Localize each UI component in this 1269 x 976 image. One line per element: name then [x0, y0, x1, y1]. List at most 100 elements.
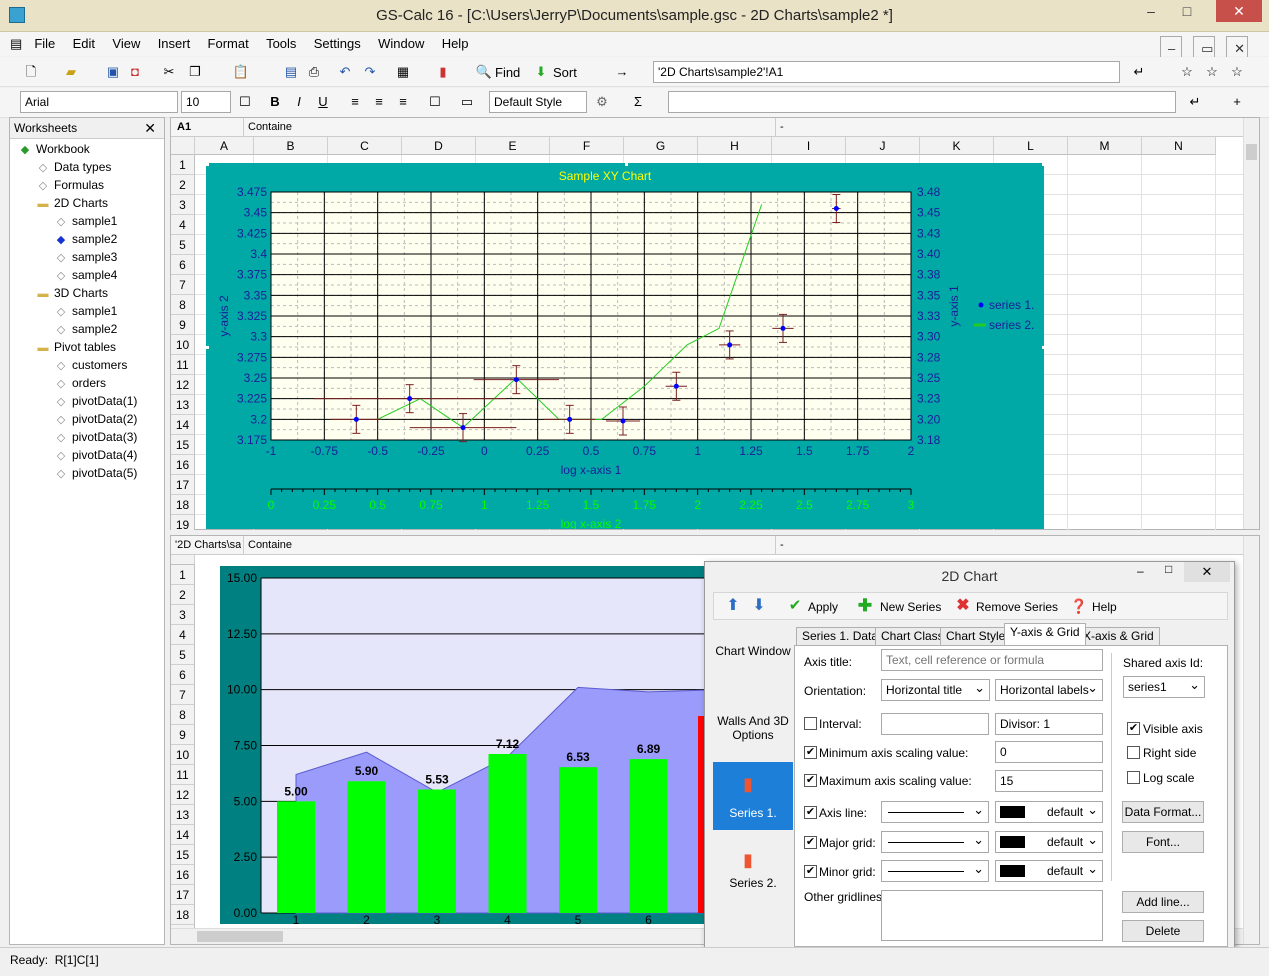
row-header-4[interactable]: 4 — [171, 215, 195, 235]
goto-arrow-icon[interactable]: → — [613, 63, 631, 81]
doc-icon[interactable]: ▤ — [8, 32, 24, 56]
row-header-11[interactable]: 11 — [171, 765, 195, 785]
cut-icon[interactable]: ✂ — [160, 63, 178, 81]
close-panel-icon[interactable]: ✕ — [144, 120, 156, 137]
tree-item-sample1[interactable]: ◇ sample1 — [54, 214, 118, 228]
row-header-9[interactable]: 9 — [171, 725, 195, 745]
minor-grid-style-select[interactable] — [881, 860, 989, 882]
delete-button[interactable]: Delete — [1122, 920, 1204, 942]
column-header-d[interactable]: D — [402, 137, 476, 155]
orientation-title-select[interactable]: Horizontal title — [881, 679, 990, 701]
column-header-l[interactable]: L — [994, 137, 1068, 155]
enter-icon[interactable]: ↵ — [1130, 63, 1148, 81]
align-right-icon[interactable]: ≡ — [394, 93, 412, 111]
enter-formula-icon[interactable]: ↵ — [1186, 93, 1204, 111]
dialog-maximize-button[interactable]: □ — [1165, 562, 1172, 576]
select-all-corner[interactable] — [171, 555, 195, 565]
row-header-7[interactable]: 7 — [171, 685, 195, 705]
row-header-19[interactable]: 19 — [171, 515, 195, 530]
maximize-button[interactable]: □ — [1174, 0, 1200, 22]
row-header-1[interactable]: 1 — [171, 565, 195, 585]
mdi-controls[interactable]: – ▭ ✕ — [1160, 36, 1260, 62]
orientation-labels-select[interactable]: Horizontal labels — [995, 679, 1103, 701]
menu-settings[interactable]: Settings — [307, 32, 368, 55]
column-header-a[interactable]: A — [195, 137, 254, 155]
row-header-18[interactable]: 18 — [171, 495, 195, 515]
row-header-7[interactable]: 7 — [171, 275, 195, 295]
menu-file[interactable]: File — [27, 32, 62, 55]
divisor-spinner[interactable]: Divisor: 1 — [995, 713, 1103, 735]
tab-y-axis-grid[interactable]: Y-axis & Grid — [1004, 623, 1086, 645]
row-header-5[interactable]: 5 — [171, 645, 195, 665]
interval-input[interactable] — [881, 713, 989, 735]
row-header-11[interactable]: 11 — [171, 355, 195, 375]
plus-icon[interactable]: + — [1228, 93, 1246, 111]
tree-item-sample4[interactable]: ◇ sample4 — [54, 268, 118, 282]
tree-item-pivotdata-2-[interactable]: ◇ pivotData(2) — [54, 412, 138, 426]
tree-item-pivotdata-5-[interactable]: ◇ pivotData(5) — [54, 466, 138, 480]
apply-button[interactable]: Apply — [808, 600, 838, 614]
tree-item-formulas[interactable]: ◇ Formulas — [36, 178, 104, 192]
html-icon[interactable]: ◘ — [126, 63, 144, 81]
close-button[interactable]: ✕ — [1216, 0, 1262, 22]
tree-item-sample2[interactable]: ◇ sample2 — [54, 322, 118, 336]
tree-item-pivotdata-4-[interactable]: ◇ pivotData(4) — [54, 448, 138, 462]
align-center-icon[interactable]: ≡ — [370, 93, 388, 111]
column-header-g[interactable]: G — [624, 137, 698, 155]
paste-icon[interactable]: 📋 — [232, 63, 250, 81]
tree-item-customers[interactable]: ◇ customers — [54, 358, 128, 372]
move-up-icon[interactable]: ⬆ — [724, 597, 742, 615]
border-icon[interactable]: ☐ — [236, 93, 254, 111]
column-header-b[interactable]: B — [254, 137, 328, 155]
row-header-10[interactable]: 10 — [171, 335, 195, 355]
row-header-8[interactable]: 8 — [171, 705, 195, 725]
column-header-e[interactable]: E — [476, 137, 550, 155]
major-grid-checkbox[interactable]: ✔ — [804, 836, 817, 849]
style-select[interactable]: Default Style — [489, 91, 587, 113]
find-icon[interactable]: 🔍 — [475, 63, 493, 81]
top-vscrollbar[interactable] — [1243, 118, 1259, 529]
font-size-select[interactable]: 10 — [181, 91, 231, 113]
bold-icon[interactable]: B — [266, 93, 284, 111]
shared-axis-select[interactable]: series1 — [1123, 676, 1205, 698]
font-button[interactable]: Font... — [1122, 831, 1204, 853]
column-header-k[interactable]: K — [920, 137, 994, 155]
tree-item-3d-charts[interactable]: ▬ 3D Charts — [36, 286, 109, 300]
copy-icon[interactable]: ❐ — [186, 63, 204, 81]
row-header-3[interactable]: 3 — [171, 605, 195, 625]
row-header-8[interactable]: 8 — [171, 295, 195, 315]
row-header-13[interactable]: 13 — [171, 395, 195, 415]
tree-item-sample1[interactable]: ◇ sample1 — [54, 304, 118, 318]
nav-series-1[interactable]: ▮ Series 1. — [713, 762, 793, 830]
chart-icon[interactable]: ▮ — [434, 63, 452, 81]
nav-walls-3d[interactable]: Walls And 3D Options — [713, 714, 793, 742]
add-line-button[interactable]: Add line... — [1122, 891, 1204, 913]
data-format-button[interactable]: Data Format... — [1122, 801, 1204, 823]
top-grid[interactable]: A B C D E F G H I J K L M N 1 2 3 4 5 6 7 8 9 10 11 12 13 14 15 16 17 1… — [171, 137, 1243, 530]
column-header-h[interactable]: H — [698, 137, 772, 155]
move-down-icon[interactable]: ⬇ — [750, 597, 768, 615]
bottom-vscrollbar[interactable] — [1243, 536, 1259, 944]
row-header-3[interactable]: 3 — [171, 195, 195, 215]
underline-icon[interactable]: U — [314, 93, 332, 111]
row-header-15[interactable]: 15 — [171, 845, 195, 865]
tree-item-sample2[interactable]: ◆ sample2 — [54, 232, 118, 246]
column-header-f[interactable]: F — [550, 137, 624, 155]
row-header-14[interactable]: 14 — [171, 415, 195, 435]
log-scale-checkbox[interactable] — [1127, 771, 1140, 784]
row-header-4[interactable]: 4 — [171, 625, 195, 645]
nav-chart-window[interactable]: Chart Window — [713, 644, 793, 658]
row-header-6[interactable]: 6 — [171, 665, 195, 685]
menu-edit[interactable]: Edit — [66, 32, 102, 55]
row-header-6[interactable]: 6 — [171, 255, 195, 275]
tree-item-pivot-tables[interactable]: ▬ Pivot tables — [36, 340, 117, 354]
row-header-9[interactable]: 9 — [171, 315, 195, 335]
menu-view[interactable]: View — [105, 32, 147, 55]
row-header-5[interactable]: 5 — [171, 235, 195, 255]
right-side-checkbox[interactable] — [1127, 746, 1140, 759]
sort-button[interactable]: Sort — [553, 65, 577, 80]
font-select[interactable]: Arial — [20, 91, 178, 113]
print-icon[interactable]: ⎙ — [305, 63, 323, 81]
find-button[interactable]: Find — [495, 65, 520, 80]
row-header-17[interactable]: 17 — [171, 475, 195, 495]
